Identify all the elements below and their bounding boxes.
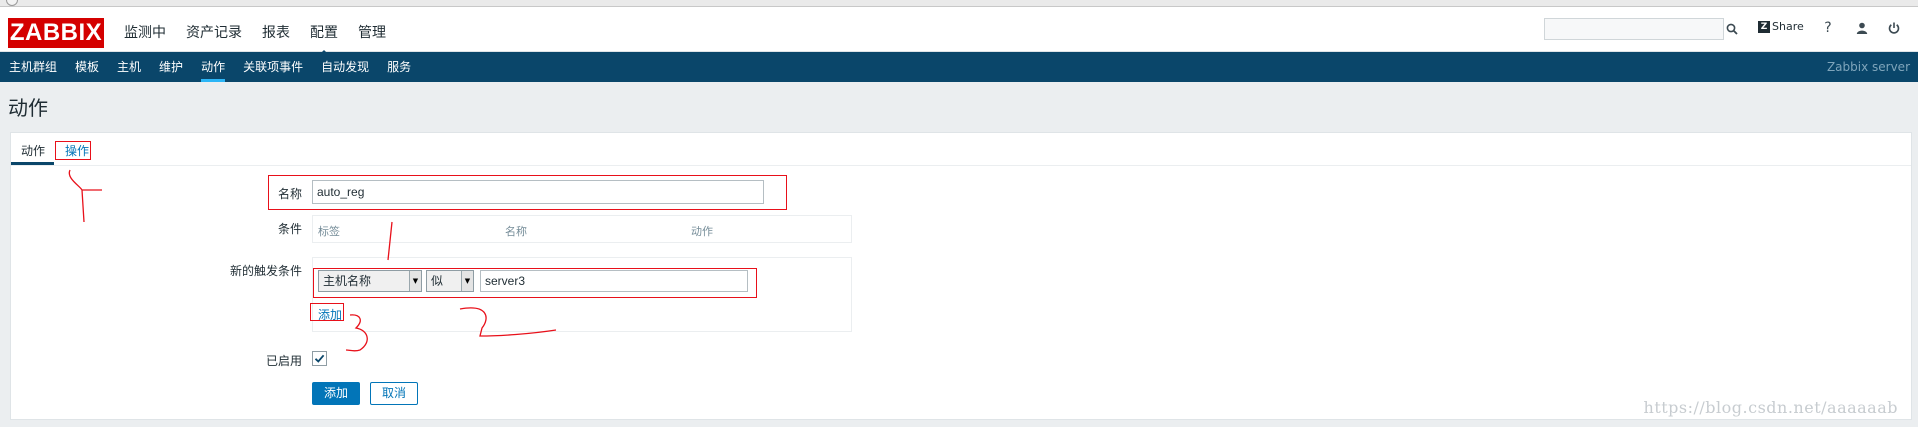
search-input[interactable] — [1544, 18, 1724, 40]
page-title: 动作 — [8, 96, 48, 120]
sub-nav-hosts[interactable]: 主机 — [117, 52, 141, 82]
share-label: Share — [1772, 20, 1804, 33]
tab-action[interactable]: 动作 — [21, 142, 45, 159]
conditions-table: 标签 名称 动作 — [312, 215, 852, 243]
enabled-checkbox[interactable] — [312, 351, 327, 366]
active-tab-indicator — [11, 162, 54, 165]
enabled-label: 已启用 — [265, 354, 302, 368]
conditions-header-action: 动作 — [691, 225, 713, 238]
sub-nav-actions[interactable]: 动作 — [201, 52, 226, 82]
zabbix-share-icon: Z — [1758, 20, 1770, 33]
browser-chrome-strip — [0, 0, 1918, 7]
share-button[interactable]: Z Share — [1758, 20, 1804, 33]
menu-item-inventory[interactable]: 资产记录 — [186, 21, 242, 45]
new-condition-label: 新的触发条件 — [229, 264, 302, 278]
sub-navigation: 主机群组 模板 主机 维护 动作 关联项事件 自动发现 服务 Zabbix se… — [0, 52, 1918, 82]
menu-item-monitoring[interactable]: 监测中 — [124, 21, 166, 45]
conditions-header-name: 名称 — [505, 225, 527, 238]
sub-nav-host-groups[interactable]: 主机群组 — [9, 52, 57, 82]
sub-nav-discovery[interactable]: 自动发现 — [321, 52, 369, 82]
search-icon[interactable] — [1724, 18, 1740, 40]
sub-nav-services[interactable]: 服务 — [387, 52, 411, 82]
annotation-box-operations-tab — [55, 141, 91, 160]
zabbix-logo[interactable]: ZABBIX — [8, 18, 104, 48]
menu-item-configuration[interactable]: 配置 — [310, 21, 338, 57]
power-icon[interactable] — [1885, 18, 1903, 38]
watermark: https://blog.csdn.net/aaaaaab — [1643, 398, 1898, 417]
sub-nav-maintenance[interactable]: 维护 — [159, 52, 183, 82]
menu-item-reports[interactable]: 报表 — [262, 21, 290, 45]
help-icon[interactable]: ? — [1819, 18, 1837, 38]
annotation-box-name — [268, 175, 787, 210]
user-icon[interactable] — [1853, 18, 1871, 38]
browser-icon — [6, 0, 18, 6]
conditions-header-label: 标签 — [318, 225, 340, 238]
tab-bar: 动作 操作 — [11, 133, 1911, 166]
check-icon — [314, 354, 325, 363]
sub-nav-event-correlation[interactable]: 关联项事件 — [243, 52, 303, 82]
conditions-label: 条件 — [277, 222, 302, 236]
add-button[interactable]: 添加 — [312, 382, 360, 405]
annotation-box-add-link — [310, 303, 344, 321]
annotation-box-new-condition — [313, 268, 757, 298]
cancel-button[interactable]: 取消 — [370, 382, 418, 405]
sub-nav-templates[interactable]: 模板 — [75, 52, 99, 82]
server-name: Zabbix server — [1826, 60, 1910, 74]
main-menu: 监测中 资产记录 报表 配置 管理 — [124, 21, 406, 57]
menu-item-administration[interactable]: 管理 — [358, 21, 386, 45]
